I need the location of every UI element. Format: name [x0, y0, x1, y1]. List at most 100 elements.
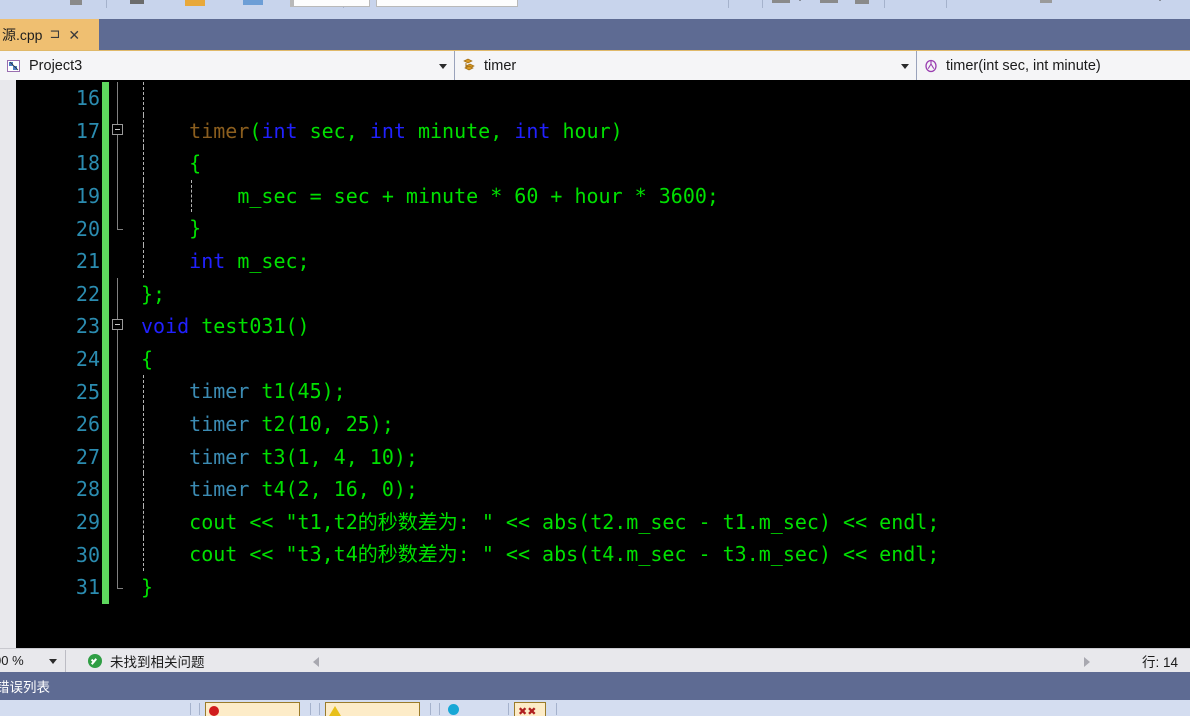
code-line[interactable]: 29 cout << "t1,t2的秒数差为: " << abs(t2.m_se…: [0, 505, 1190, 539]
code-text[interactable]: void test031(): [133, 310, 1190, 343]
align-icon[interactable]: [772, 0, 790, 3]
close-icon[interactable]: ✕: [68, 28, 80, 42]
tab-source-cpp[interactable]: 源.cpp ⊐ ✕: [0, 19, 99, 50]
code-text[interactable]: {: [133, 147, 1190, 180]
outlining-margin[interactable]: [109, 212, 133, 245]
code-text[interactable]: timer(int sec, int minute, int hour): [133, 114, 1190, 148]
chevron-down-icon[interactable]: [901, 64, 909, 69]
code-text[interactable]: }: [133, 571, 1190, 604]
code-line[interactable]: 27 timer t3(1, 4, 10);: [0, 440, 1190, 474]
code-line[interactable]: 24 {: [0, 342, 1190, 376]
code-line[interactable]: 26 timer t2(10, 25);: [0, 408, 1190, 441]
outlining-margin[interactable]: [109, 571, 133, 604]
folder-icon[interactable]: [185, 0, 205, 6]
pin-icon[interactable]: ⊐: [49, 28, 60, 41]
code-token: m_sec;: [225, 249, 310, 273]
code-token: cout << "t3,t4的秒数差为: " << abs(t4.m_sec -…: [141, 542, 940, 567]
outlining-margin[interactable]: [109, 277, 133, 311]
code-text[interactable]: [133, 82, 1190, 115]
code-line[interactable]: 23 void test031(): [0, 310, 1190, 343]
toolbar-separator: [946, 0, 947, 8]
code-line[interactable]: 31}: [0, 571, 1190, 604]
line-number: 16: [75, 86, 100, 111]
code-text[interactable]: int m_sec;: [133, 245, 1190, 278]
outlining-margin[interactable]: [109, 342, 133, 376]
outlining-margin[interactable]: [109, 245, 133, 278]
code-line[interactable]: 28 timer t4(2, 16, 0);: [0, 473, 1190, 506]
outlining-line: [117, 505, 118, 539]
error-list-panel-title[interactable]: 错误列表: [0, 672, 1190, 700]
panel-icon[interactable]: [855, 0, 869, 4]
layout-icon[interactable]: [820, 0, 838, 3]
change-marker: [102, 82, 109, 115]
info-icon[interactable]: [448, 704, 459, 715]
outlining-margin[interactable]: [109, 310, 133, 343]
code-line[interactable]: 20 }: [0, 212, 1190, 245]
indent-guide: [143, 82, 144, 115]
code-text[interactable]: timer t4(2, 16, 0);: [133, 473, 1190, 506]
errors-filter-button[interactable]: [205, 702, 300, 716]
chevron-down-icon[interactable]: [439, 64, 447, 69]
code-token: int: [189, 249, 226, 273]
prev-arrow-icon[interactable]: [313, 657, 319, 667]
change-marker: [102, 342, 109, 376]
outlining-margin[interactable]: [109, 440, 133, 474]
outlining-line: [117, 538, 118, 571]
code-token: }: [141, 216, 202, 241]
zoom-level-dropdown[interactable]: 00 %: [0, 649, 66, 672]
zoom-level-value: 00 %: [0, 653, 24, 668]
toolbar-spacer5: [290, 0, 292, 7]
code-line[interactable]: 30 cout << "t3,t4的秒数差为: " << abs(t4.m_se…: [0, 538, 1190, 571]
warnings-filter-button[interactable]: [325, 702, 420, 716]
outlining-margin[interactable]: [109, 505, 133, 539]
project-dropdown[interactable]: Project3: [0, 51, 455, 81]
collapse-toggle-icon[interactable]: [112, 319, 123, 331]
error-list-toolbar[interactable]: ✖✖: [0, 700, 1190, 716]
config-dropdown[interactable]: [293, 0, 370, 7]
save-icon[interactable]: [130, 0, 144, 4]
window-icon[interactable]: [243, 0, 263, 5]
type-dropdown[interactable]: timer: [455, 51, 917, 81]
chevron-down-icon[interactable]: [796, 0, 804, 1]
outlining-margin[interactable]: [109, 538, 133, 571]
collapse-toggle-icon[interactable]: [112, 123, 123, 135]
outlining-margin[interactable]: [109, 82, 133, 115]
platform-dropdown[interactable]: [376, 0, 518, 7]
code-editor[interactable]: 16 17 timer(int sec, int minute, int hour…: [0, 80, 1190, 648]
outlining-margin[interactable]: [109, 408, 133, 441]
outlining-margin[interactable]: [109, 114, 133, 148]
code-text[interactable]: timer t3(1, 4, 10);: [133, 440, 1190, 474]
undo-icon[interactable]: [70, 0, 82, 5]
toolbar-separator: [762, 0, 763, 8]
line-number: 26: [75, 412, 100, 437]
change-marker: [102, 571, 109, 604]
outlining-margin[interactable]: [109, 375, 133, 408]
code-text[interactable]: m_sec = sec + minute * 60 + hour * 3600;: [133, 179, 1190, 213]
next-arrow-icon[interactable]: [1084, 657, 1090, 667]
code-line[interactable]: 22};: [0, 277, 1190, 311]
code-text[interactable]: };: [133, 278, 1190, 311]
code-text[interactable]: timer t2(10, 25);: [133, 408, 1190, 441]
code-line[interactable]: 19 m_sec = sec + minute * 60 + hour * 36…: [0, 179, 1190, 213]
code-text[interactable]: cout << "t1,t2的秒数差为: " << abs(t2.m_sec -…: [133, 505, 1190, 539]
code-line[interactable]: 17 timer(int sec, int minute, int hour): [0, 114, 1190, 148]
code-line[interactable]: 16: [0, 82, 1190, 115]
toolbar-overflow-icon[interactable]: [1156, 0, 1164, 1]
build-filter-button[interactable]: ✖✖: [514, 702, 546, 716]
code-line[interactable]: 18 {: [0, 147, 1190, 180]
code-line[interactable]: 21 int m_sec;: [0, 245, 1190, 278]
member-dropdown[interactable]: timer(int sec, int minute): [917, 51, 1190, 81]
outlining-margin[interactable]: [109, 147, 133, 180]
change-marker: [102, 538, 109, 571]
code-line[interactable]: 25 timer t1(45);: [0, 375, 1190, 408]
code-text[interactable]: {: [133, 343, 1190, 376]
outlining-margin[interactable]: [109, 179, 133, 213]
main-toolbar[interactable]: [0, 0, 1190, 20]
code-text[interactable]: }: [133, 212, 1190, 245]
code-text[interactable]: cout << "t3,t4的秒数差为: " << abs(t4.m_sec -…: [133, 538, 1190, 571]
change-marker: [102, 505, 109, 539]
chevron-down-icon[interactable]: [49, 658, 57, 664]
code-text[interactable]: timer t1(45);: [133, 375, 1190, 408]
misc-icon[interactable]: [1040, 0, 1052, 3]
outlining-margin[interactable]: [109, 473, 133, 506]
